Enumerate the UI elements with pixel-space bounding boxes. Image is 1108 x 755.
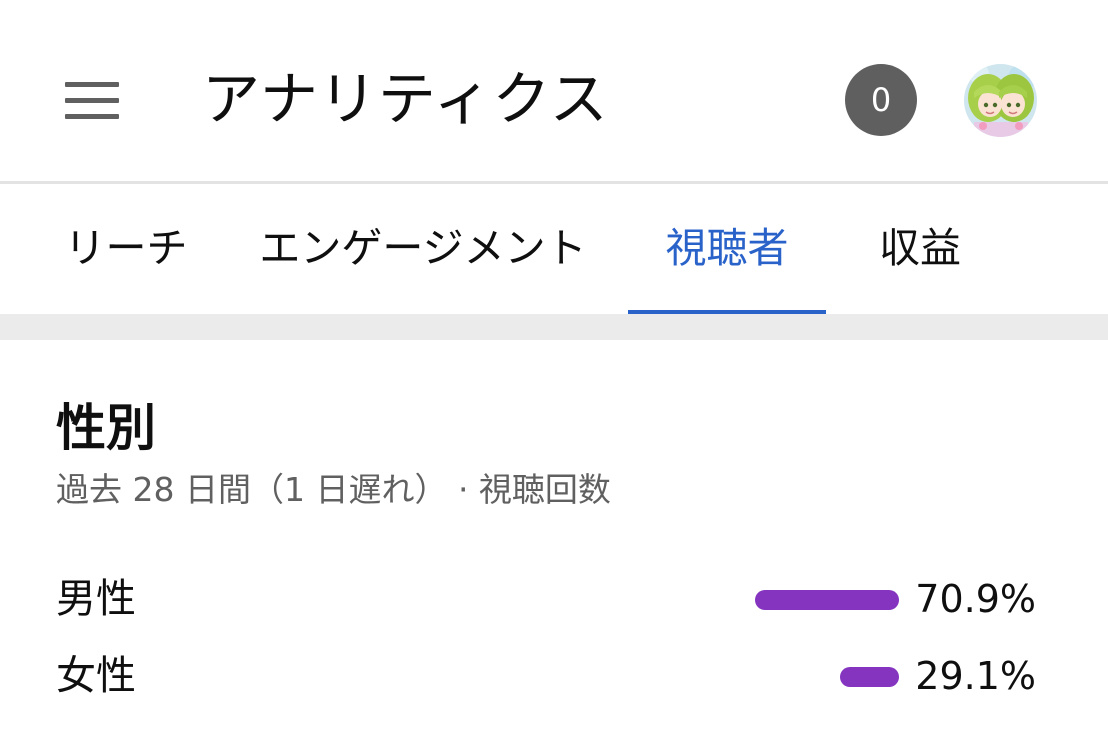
tab-engagement[interactable]: エンゲージメント xyxy=(258,184,588,314)
gender-label: 男性 xyxy=(56,576,136,622)
tab-revenue[interactable]: 収益 xyxy=(874,184,966,314)
card-title: 性別 xyxy=(56,399,156,457)
gender-card: 性別 過去 28 日間（1 日遅れ） · 視聴回数 男性 70.9% 女性 29… xyxy=(0,340,1108,755)
page-title: アナリティクス xyxy=(202,65,609,133)
gender-bar-track xyxy=(755,667,899,687)
gender-percent-value: 70.9% xyxy=(915,577,1036,621)
gender-row-female: 女性 29.1% xyxy=(0,646,1108,706)
gender-bar-fill xyxy=(755,590,899,610)
menu-line xyxy=(65,98,119,103)
gender-bar-fill xyxy=(840,667,899,687)
gender-percent-value: 29.1% xyxy=(915,654,1036,698)
tab-audience[interactable]: 視聴者 xyxy=(628,184,826,314)
section-separator xyxy=(0,314,1108,340)
gender-row-male: 男性 70.9% xyxy=(0,569,1108,629)
avatar[interactable] xyxy=(964,64,1037,137)
tab-reach[interactable]: リーチ xyxy=(64,184,188,314)
menu-line xyxy=(65,114,119,119)
menu-line xyxy=(65,82,119,87)
notification-count-badge[interactable]: 0 xyxy=(845,64,917,136)
app-header: アナリティクス 0 xyxy=(0,0,1108,182)
gender-label: 女性 xyxy=(56,653,136,699)
card-subtitle: 過去 28 日間（1 日遅れ） · 視聴回数 xyxy=(56,470,611,509)
tab-bar: リーチ エンゲージメント 視聴者 収益 xyxy=(0,184,1108,315)
analytics-app: アナリティクス 0 リーチ エンゲージメント 視聴者 収益 性別 過去 28 日… xyxy=(0,0,1108,755)
gender-bar-track xyxy=(755,590,899,610)
hamburger-menu-icon[interactable] xyxy=(55,74,131,128)
avatar-image xyxy=(964,64,1037,137)
